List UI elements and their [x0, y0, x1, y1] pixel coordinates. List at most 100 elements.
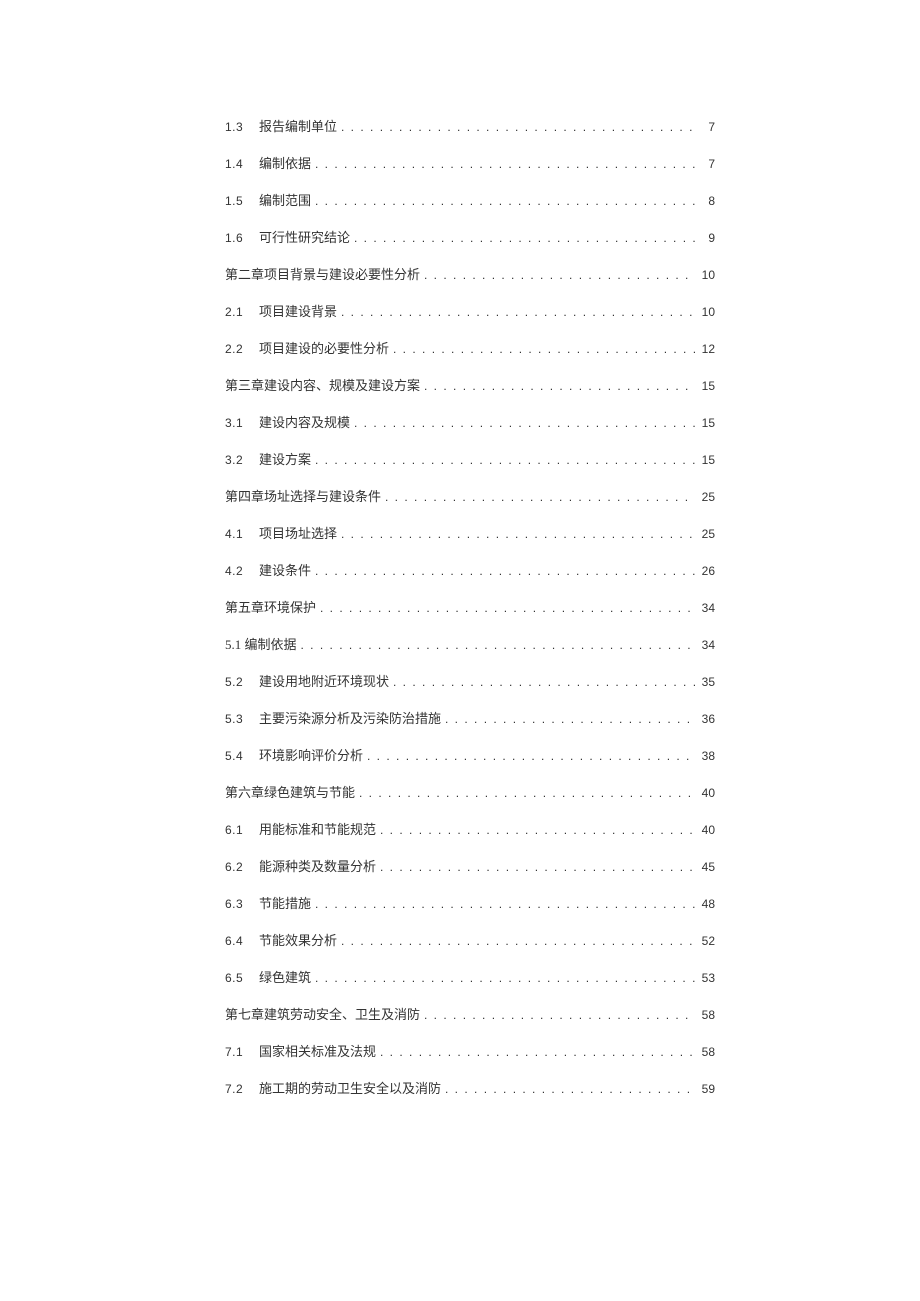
- toc-entry-title: 第二章项目背景与建设必要性分析: [225, 268, 420, 281]
- toc-entry-number: 7.2: [225, 1083, 259, 1095]
- toc-entry-title: 建设方案: [259, 453, 311, 466]
- toc-leader-dots: [393, 343, 695, 355]
- toc-entry-number: 3.2: [225, 454, 259, 466]
- toc-entry-title: 可行性研究结论: [259, 231, 350, 244]
- toc-entry: 5.1 编制依据 34: [225, 638, 715, 651]
- toc-entry-page: 15: [697, 417, 715, 429]
- toc-leader-dots: [301, 639, 695, 651]
- table-of-contents: 1.3报告编制单位 7 1.4编制依据 7 1.5编制范围8 1.6可行性研究结论 9 第二章…: [225, 120, 715, 1095]
- toc-entry-number: 5.2: [225, 676, 259, 688]
- toc-leader-dots: [424, 380, 695, 392]
- toc-leader-dots: [320, 602, 695, 614]
- toc-entry-title: 编制依据: [259, 157, 311, 170]
- toc-entry-page: 52: [697, 935, 715, 947]
- toc-entry: 第六章绿色建筑与节能 40: [225, 786, 715, 799]
- toc-entry: 6.2能源种类及数量分析45: [225, 860, 715, 873]
- toc-entry: 1.4编制依据 7: [225, 157, 715, 170]
- toc-entry-page: 10: [697, 306, 715, 318]
- toc-entry: 5.2建设用地附近环境现状 35: [225, 675, 715, 688]
- toc-entry-page: 15: [697, 380, 715, 392]
- document-page: 1.3报告编制单位 7 1.4编制依据 7 1.5编制范围8 1.6可行性研究结论 9 第二章…: [0, 0, 920, 1301]
- toc-entry: 1.5编制范围8: [225, 194, 715, 207]
- toc-entry: 第四章场址选择与建设条件 25: [225, 490, 715, 503]
- toc-entry-page: 59: [697, 1083, 715, 1095]
- toc-leader-dots: [315, 972, 695, 984]
- toc-leader-dots: [341, 935, 695, 947]
- toc-entry-page: 40: [697, 787, 715, 799]
- toc-entry-page: 48: [697, 898, 715, 910]
- toc-entry-title: 绿色建筑: [259, 971, 311, 984]
- toc-entry-number: 6.5: [225, 972, 259, 984]
- toc-leader-dots: [315, 565, 695, 577]
- toc-entry-number: 2.2: [225, 343, 259, 355]
- toc-leader-dots: [315, 158, 695, 170]
- toc-leader-dots: [315, 195, 695, 207]
- toc-entry: 6.1用能标准和节能规范40: [225, 823, 715, 836]
- toc-leader-dots: [354, 232, 695, 244]
- toc-entry-page: 26: [697, 565, 715, 577]
- toc-entry-title: 建设用地附近环境现状: [259, 675, 389, 688]
- toc-entry: 1.6可行性研究结论 9: [225, 231, 715, 244]
- toc-leader-dots: [315, 454, 695, 466]
- toc-entry: 3.2建设方案 15: [225, 453, 715, 466]
- toc-entry-number: 2.1: [225, 306, 259, 318]
- toc-entry-number: 1.3: [225, 121, 259, 133]
- toc-leader-dots: [445, 1083, 695, 1095]
- toc-entry: 4.1项目场址选择25: [225, 527, 715, 540]
- toc-entry-page: 7: [697, 121, 715, 133]
- toc-entry-page: 15: [697, 454, 715, 466]
- toc-entry-page: 25: [697, 528, 715, 540]
- toc-entry-title: 环境影响评价分析: [259, 749, 363, 762]
- toc-entry-title: 5.1 编制依据: [225, 638, 297, 651]
- toc-leader-dots: [341, 528, 695, 540]
- toc-entry-title: 节能效果分析: [259, 934, 337, 947]
- toc-entry-page: 35: [697, 676, 715, 688]
- toc-entry: 第二章项目背景与建设必要性分析 10: [225, 268, 715, 281]
- toc-entry-number: 1.6: [225, 232, 259, 244]
- toc-entry-page: 25: [697, 491, 715, 503]
- toc-entry-page: 7: [697, 158, 715, 170]
- toc-entry: 第七章建筑劳动安全、卫生及消防 58: [225, 1008, 715, 1021]
- toc-entry: 2.1项目建设背景 10: [225, 305, 715, 318]
- toc-entry-page: 9: [697, 232, 715, 244]
- toc-leader-dots: [341, 306, 695, 318]
- toc-entry-title: 建设条件: [259, 564, 311, 577]
- toc-entry-page: 58: [697, 1046, 715, 1058]
- toc-entry-number: 5.4: [225, 750, 259, 762]
- toc-leader-dots: [354, 417, 695, 429]
- toc-leader-dots: [315, 898, 695, 910]
- toc-entry-title: 第四章场址选择与建设条件: [225, 490, 381, 503]
- toc-leader-dots: [424, 1009, 695, 1021]
- toc-entry-title: 第五章环境保护: [225, 601, 316, 614]
- toc-entry-title: 建设内容及规模: [259, 416, 350, 429]
- toc-entry: 6.4节能效果分析 52: [225, 934, 715, 947]
- toc-entry-title: 能源种类及数量分析: [259, 860, 376, 873]
- toc-entry-page: 38: [697, 750, 715, 762]
- toc-entry: 6.5绿色建筑 53: [225, 971, 715, 984]
- toc-entry: 6.3节能措施48: [225, 897, 715, 910]
- toc-entry-page: 34: [697, 639, 715, 651]
- toc-entry-number: 1.4: [225, 158, 259, 170]
- toc-entry-page: 12: [697, 343, 715, 355]
- toc-entry-number: 3.1: [225, 417, 259, 429]
- toc-entry-page: 53: [697, 972, 715, 984]
- toc-entry-number: 6.4: [225, 935, 259, 947]
- toc-entry-title: 第六章绿色建筑与节能: [225, 786, 355, 799]
- toc-entry-page: 58: [697, 1009, 715, 1021]
- toc-entry-title: 主要污染源分析及污染防治措施: [259, 712, 441, 725]
- toc-entry-page: 10: [697, 269, 715, 281]
- toc-entry-title: 第七章建筑劳动安全、卫生及消防: [225, 1008, 420, 1021]
- toc-leader-dots: [380, 1046, 695, 1058]
- toc-leader-dots: [393, 676, 695, 688]
- toc-leader-dots: [424, 269, 695, 281]
- toc-entry-title: 项目建设的必要性分析: [259, 342, 389, 355]
- toc-entry-number: 7.1: [225, 1046, 259, 1058]
- toc-entry: 第五章环境保护34: [225, 601, 715, 614]
- toc-entry: 7.1国家相关标准及法规58: [225, 1045, 715, 1058]
- toc-entry: 5.4环境影响评价分析 38: [225, 749, 715, 762]
- toc-entry-title: 报告编制单位: [259, 120, 337, 133]
- toc-entry: 2.2项目建设的必要性分析 12: [225, 342, 715, 355]
- toc-leader-dots: [385, 491, 695, 503]
- toc-entry-title: 用能标准和节能规范: [259, 823, 376, 836]
- toc-entry-title: 项目建设背景: [259, 305, 337, 318]
